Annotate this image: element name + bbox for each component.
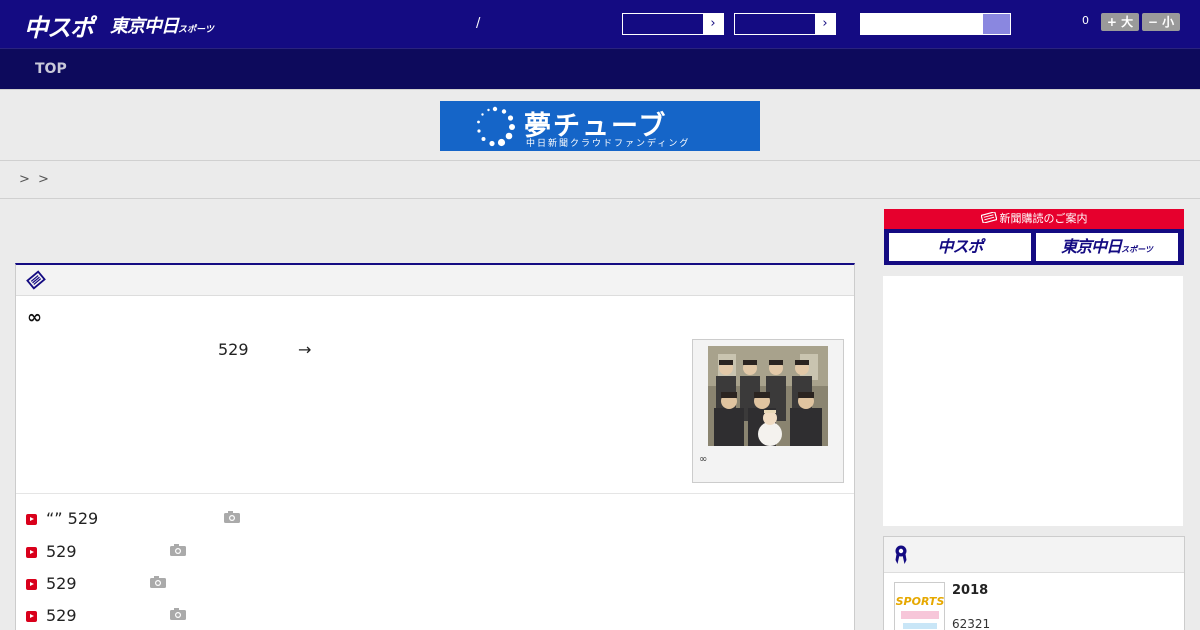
- ribbon-medal-icon: [895, 545, 907, 564]
- play-bullet-icon: [26, 611, 37, 622]
- related-article-text: 529: [46, 542, 77, 561]
- newspaper-icon: [979, 211, 998, 224]
- divider: [16, 493, 854, 494]
- ranking-number: 62321: [952, 617, 991, 630]
- tokyo-logo-text: 東京中日: [110, 16, 179, 37]
- article-title: ∞: [27, 307, 42, 328]
- group-photo-image: [708, 346, 828, 446]
- font-smaller-button[interactable]: − 小: [1142, 13, 1180, 31]
- article-photo[interactable]: ∞: [692, 339, 844, 483]
- camera-icon: [170, 608, 186, 620]
- ranking-thumbnail[interactable]: SPORTS: [894, 582, 945, 630]
- play-bullet-icon: [26, 514, 37, 525]
- banner-subtitle: 中日新聞クラウドファンディング: [526, 139, 691, 149]
- chuspo-logo[interactable]: 中スポ: [24, 8, 94, 42]
- search-button[interactable]: [982, 13, 1011, 35]
- subscription-header-text: 新聞購読のご案内: [999, 212, 1088, 225]
- banner-area: 夢チューブ 中日新聞クラウドファンディング: [0, 89, 1200, 161]
- font-size-count: 0: [1082, 14, 1089, 27]
- site-header: 中スポ 東京中日スポーツ / › › 0 + 大 − 小: [0, 0, 1200, 48]
- related-article-link[interactable]: “” 529: [16, 508, 256, 530]
- article-panel: ∞ 529 → ∞ “” 529 529 529 529: [15, 263, 855, 630]
- svg-text:SPORTS: SPORTS: [896, 595, 945, 608]
- camera-icon: [150, 576, 166, 588]
- header-separator: /: [476, 16, 481, 31]
- font-larger-button[interactable]: + 大: [1101, 13, 1139, 31]
- subscribe-tokyo-button[interactable]: 東京中日スポーツ: [1036, 233, 1178, 261]
- subscribe-tokyo-label: 東京中日: [1061, 237, 1122, 256]
- play-bullet-icon: [26, 579, 37, 590]
- dots-circle-icon: [477, 106, 515, 147]
- article-body-arrow: →: [298, 340, 312, 359]
- subscribe-tokyo-small: スポーツ: [1121, 245, 1153, 254]
- photo-caption: ∞: [699, 454, 708, 465]
- related-article-link[interactable]: 529: [16, 605, 206, 627]
- search-input[interactable]: [860, 13, 984, 35]
- related-article-text: 529: [46, 606, 77, 625]
- chevron-right-icon: ›: [703, 14, 723, 34]
- global-nav: TOP: [0, 48, 1200, 89]
- yume-tube-banner[interactable]: 夢チューブ 中日新聞クラウドファンディング: [440, 101, 760, 151]
- category-select-1[interactable]: ›: [622, 13, 724, 35]
- related-article-link[interactable]: 529: [16, 573, 186, 595]
- tokyo-chunichi-logo[interactable]: 東京中日スポーツ: [110, 12, 214, 38]
- article-header-bar: [16, 265, 854, 296]
- newspaper-icon: [26, 270, 46, 290]
- play-bullet-icon: [26, 547, 37, 558]
- ranking-header-bar: [884, 537, 1184, 573]
- chevron-right-icon: ›: [815, 14, 835, 34]
- related-article-text: 529: [46, 574, 77, 593]
- subscription-box: 新聞購読のご案内 中スポ 東京中日スポーツ: [884, 209, 1184, 265]
- nav-item-top[interactable]: TOP: [35, 61, 67, 77]
- related-article-link[interactable]: 529: [16, 541, 206, 563]
- subscribe-chuspo-button[interactable]: 中スポ: [889, 233, 1031, 261]
- camera-icon: [170, 544, 186, 556]
- subscription-header: 新聞購読のご案内: [884, 209, 1184, 229]
- breadcrumb-separator: >: [19, 172, 30, 187]
- category-select-2[interactable]: ›: [734, 13, 836, 35]
- breadcrumb-separator: >: [38, 172, 49, 187]
- breadcrumb: > >: [0, 161, 1200, 199]
- related-article-text: “” 529: [46, 509, 99, 528]
- camera-icon: [224, 511, 240, 523]
- article-body-number: 529: [218, 340, 249, 359]
- tokyo-logo-small: スポーツ: [178, 25, 214, 35]
- advertisement-slot[interactable]: [883, 276, 1183, 526]
- ranking-panel: SPORTS 2018 62321: [883, 536, 1185, 630]
- ranking-title[interactable]: 2018: [952, 583, 988, 598]
